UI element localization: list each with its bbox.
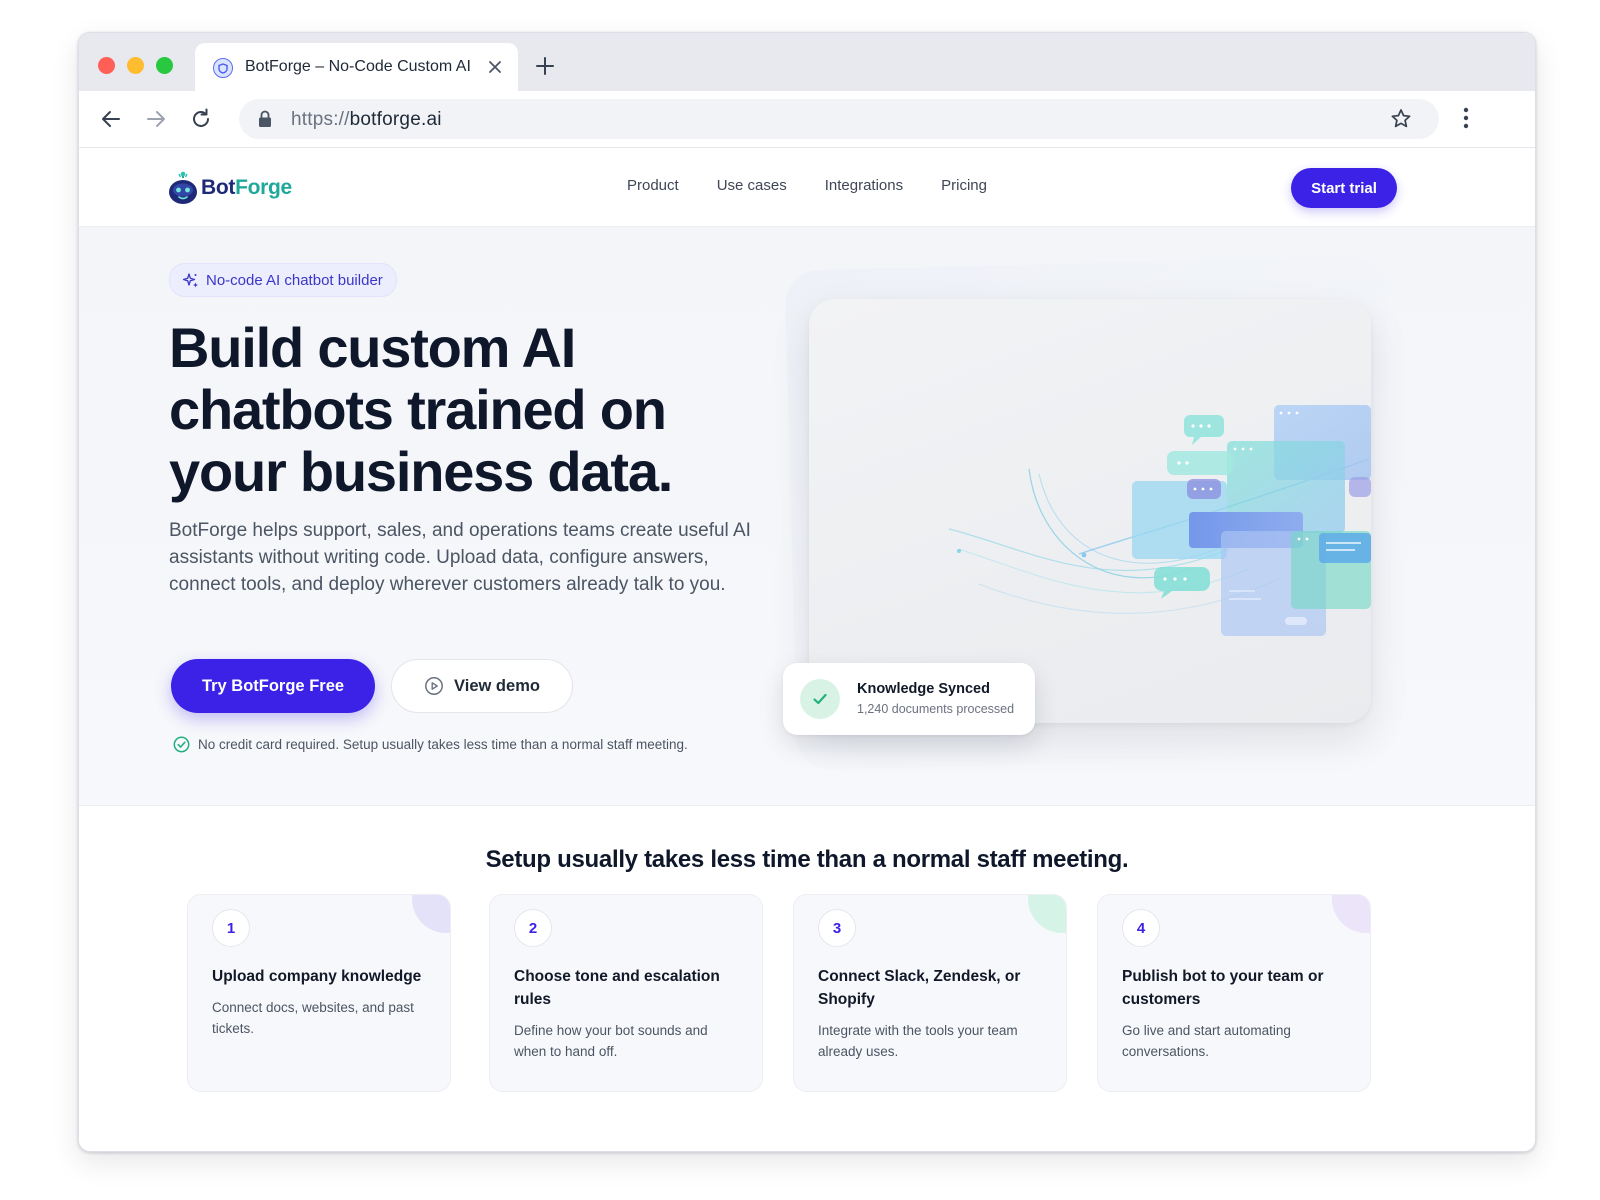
step-number: 2 — [514, 909, 552, 947]
nav-pricing[interactable]: Pricing — [941, 177, 987, 194]
sparkle-icon — [182, 272, 198, 287]
reassurance-note: No credit card required. Setup usually t… — [173, 736, 688, 753]
site-header: BotForge Product Use cases Integrations … — [79, 148, 1535, 227]
check-icon — [800, 679, 840, 719]
close-window-button[interactable] — [98, 57, 115, 74]
check-circle-icon — [173, 736, 190, 753]
browser-toolbar: https://botforge.ai — [79, 91, 1535, 148]
step-card-4: 4 Publish bot to your team or customers … — [1097, 894, 1371, 1092]
web-page: BotForge Product Use cases Integrations … — [79, 148, 1535, 1151]
tab-title: BotForge – No-Code Custom AI — [245, 58, 471, 75]
hero-section: No-code AI chatbot builder Build custom … — [79, 227, 1535, 805]
logo-wordmark: BotForge — [201, 176, 292, 200]
step-description: Connect docs, websites, and past tickets… — [212, 1000, 414, 1036]
nav-use-cases[interactable]: Use cases — [717, 177, 787, 194]
step-card-2: 2 Choose tone and escalation rules Defin… — [489, 894, 763, 1092]
hero-illustration — [809, 299, 1371, 723]
logo-word-bot: Bot — [201, 176, 236, 199]
step-description: Go live and start automating conversatio… — [1122, 1023, 1291, 1059]
toast-subtitle: 1,240 documents processed — [857, 702, 1015, 716]
reassurance-text: No credit card required. Setup usually t… — [198, 737, 688, 752]
url-scheme: https:// — [291, 109, 350, 130]
url-host: botforge.ai — [349, 109, 442, 130]
browser-window: BotForge – No-Code Custom AI https://bot… — [78, 32, 1536, 1152]
step-number: 4 — [1122, 909, 1160, 947]
step-title: Upload company knowledge — [212, 968, 422, 985]
step-description: Integrate with the tools your team alrea… — [818, 1023, 1018, 1059]
reload-icon[interactable] — [189, 107, 213, 131]
try-free-button[interactable]: Try BotForge Free — [171, 659, 375, 713]
new-tab-icon[interactable] — [532, 53, 558, 79]
nav-product[interactable]: Product — [627, 177, 679, 194]
minimize-window-button[interactable] — [127, 57, 144, 74]
tab-bar: BotForge – No-Code Custom AI — [79, 33, 1535, 91]
maximize-window-button[interactable] — [156, 57, 173, 74]
site-logo[interactable]: BotForge — [167, 170, 292, 206]
browser-tab[interactable]: BotForge – No-Code Custom AI — [195, 43, 518, 91]
step-card-3: 3 Connect Slack, Zendesk, or Shopify Int… — [793, 894, 1067, 1092]
step-number: 3 — [818, 909, 856, 947]
setup-steps-section: Setup usually takes less time than a nor… — [79, 805, 1535, 1151]
view-demo-button[interactable]: View demo — [391, 659, 573, 713]
bookmark-star-icon[interactable] — [1389, 107, 1413, 131]
robot-logo-icon — [169, 171, 197, 204]
hero-subtitle: BotForge helps support, sales, and opera… — [169, 520, 751, 595]
step-number: 1 — [212, 909, 250, 947]
url-text: https://botforge.ai — [291, 109, 442, 131]
browser-menu-icon[interactable] — [1454, 105, 1478, 131]
address-bar[interactable]: https://botforge.ai — [239, 99, 1439, 139]
start-trial-button[interactable]: Start trial — [1291, 168, 1397, 208]
step-title: Connect Slack, Zendesk, or Shopify — [818, 968, 1021, 1008]
main-nav: Product Use cases Integrations Pricing — [627, 177, 987, 194]
lock-icon — [259, 110, 271, 127]
back-arrow-icon[interactable] — [99, 107, 123, 131]
step-corner-decoration — [412, 895, 450, 933]
step-corner-decoration — [1332, 895, 1370, 933]
step-title: Choose tone and escalation rules — [514, 968, 720, 1008]
hero-badge: No-code AI chatbot builder — [169, 263, 397, 297]
step-description: Define how your bot sounds and when to h… — [514, 1023, 708, 1059]
data-flow-illustration — [948, 405, 1371, 636]
knowledge-synced-toast: Knowledge Synced 1,240 documents process… — [783, 663, 1035, 735]
shield-icon — [213, 58, 233, 78]
toast-title: Knowledge Synced — [857, 681, 990, 697]
nav-integrations[interactable]: Integrations — [825, 177, 903, 194]
step-title: Publish bot to your team or customers — [1122, 968, 1324, 1008]
step-corner-decoration — [1028, 895, 1066, 933]
hero-title: Build custom AI chatbots trained on your… — [169, 316, 673, 503]
view-demo-label: View demo — [454, 676, 540, 695]
close-tab-icon[interactable] — [485, 57, 505, 77]
hero-badge-label: No-code AI chatbot builder — [206, 271, 383, 289]
steps-title: Setup usually takes less time than a nor… — [485, 846, 1129, 873]
logo-word-forge: Forge — [235, 176, 292, 199]
forward-arrow-icon[interactable] — [144, 107, 168, 131]
play-circle-icon — [425, 677, 443, 695]
step-card-1: 1 Upload company knowledge Connect docs,… — [187, 894, 451, 1092]
